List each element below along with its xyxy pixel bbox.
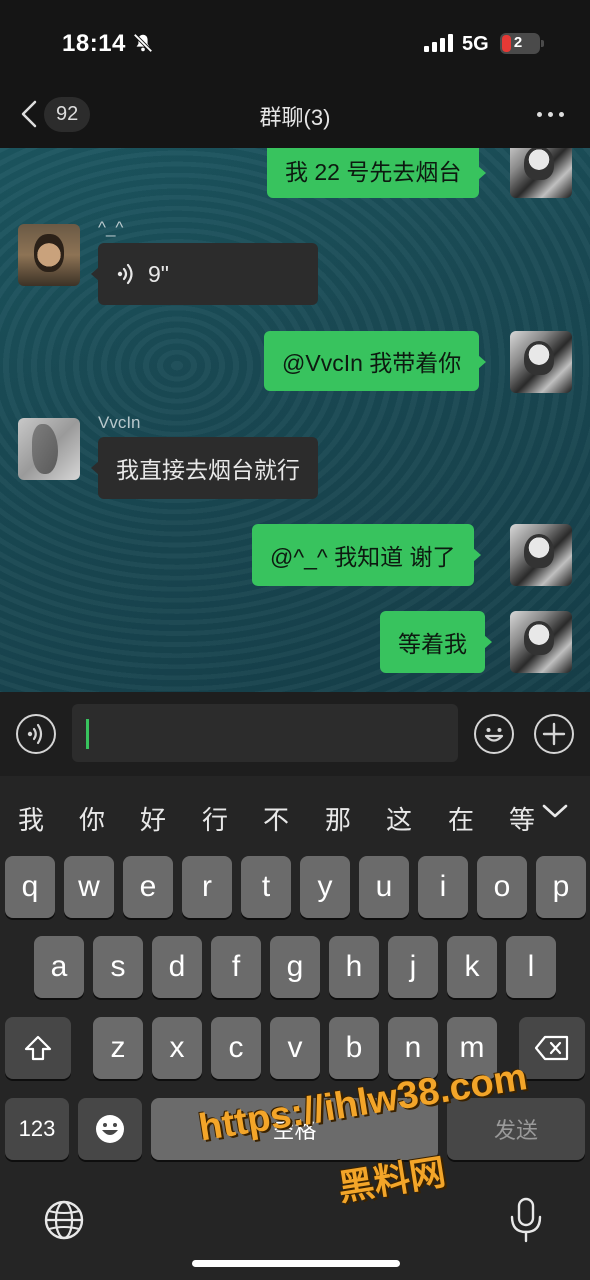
candidate-word[interactable]: 这 <box>386 800 412 837</box>
input-bar <box>0 692 590 776</box>
key-j[interactable]: j <box>388 936 438 998</box>
candidate-word[interactable]: 你 <box>79 800 105 837</box>
key-q[interactable]: q <box>5 856 55 918</box>
more-options-icon[interactable] <box>537 112 564 117</box>
numbers-key[interactable]: 123 <box>5 1098 69 1160</box>
my-avatar[interactable] <box>510 524 572 586</box>
backspace-icon <box>534 1035 569 1061</box>
emoji-face-icon <box>96 1115 124 1143</box>
more-functions-button[interactable] <box>534 714 574 754</box>
shift-key[interactable] <box>5 1017 71 1079</box>
text-caret <box>86 719 89 749</box>
key-v[interactable]: v <box>270 1017 320 1079</box>
silent-bell-icon <box>133 33 153 53</box>
sender-name: ^_^ <box>98 218 124 237</box>
battery-icon: 2 <box>500 33 544 54</box>
message-bubble-sent[interactable]: 我 22 号先去烟台 <box>267 148 487 198</box>
key-h[interactable]: h <box>329 936 379 998</box>
key-e[interactable]: e <box>123 856 173 918</box>
key-o[interactable]: o <box>477 856 527 918</box>
voice-message-bubble[interactable]: 9" <box>91 243 318 305</box>
candidate-word[interactable]: 不 <box>263 800 289 837</box>
signal-icon <box>424 34 453 52</box>
microphone-icon[interactable] <box>506 1196 546 1244</box>
voice-wave-icon <box>117 263 133 285</box>
key-n[interactable]: n <box>388 1017 438 1079</box>
key-b[interactable]: b <box>329 1017 379 1079</box>
emoji-key[interactable] <box>78 1098 142 1160</box>
status-time: 18:14 <box>62 30 126 57</box>
home-indicator[interactable] <box>192 1260 400 1267</box>
candidate-word[interactable]: 行 <box>202 800 228 837</box>
sender-avatar[interactable] <box>18 224 80 286</box>
nav-bar: 92 群聊(3) <box>0 88 590 148</box>
status-bar: 18:14 5G 2 <box>0 0 590 88</box>
message-input[interactable] <box>72 704 458 762</box>
key-r[interactable]: r <box>182 856 232 918</box>
key-u[interactable]: u <box>359 856 409 918</box>
keyboard: 我 你 好 行 不 那 这 在 等 q w e r t y u i o p a … <box>0 776 590 1280</box>
candidate-word[interactable]: 那 <box>325 800 351 837</box>
candidate-word[interactable]: 等 <box>509 800 535 837</box>
candidate-word[interactable]: 好 <box>140 800 166 837</box>
my-avatar[interactable] <box>510 148 572 198</box>
key-c[interactable]: c <box>211 1017 261 1079</box>
candidate-word[interactable]: 我 <box>18 800 44 837</box>
key-f[interactable]: f <box>211 936 261 998</box>
candidate-word[interactable]: 在 <box>448 800 474 837</box>
chat-title: 群聊(3) <box>259 105 331 130</box>
message-bubble-sent[interactable]: @^_^ 我知道 谢了 <box>252 524 481 586</box>
key-d[interactable]: d <box>152 936 202 998</box>
sender-name: VvcIn <box>98 413 141 432</box>
my-avatar[interactable] <box>510 331 572 393</box>
key-x[interactable]: x <box>152 1017 202 1079</box>
key-s[interactable]: s <box>93 936 143 998</box>
sender-avatar[interactable] <box>18 418 80 480</box>
network-type: 5G <box>462 33 489 55</box>
key-i[interactable]: i <box>418 856 468 918</box>
smiley-icon <box>484 728 504 742</box>
key-w[interactable]: w <box>64 856 114 918</box>
expand-candidates-button[interactable] <box>538 796 572 826</box>
voice-duration: 9" <box>148 260 169 287</box>
key-l[interactable]: l <box>506 936 556 998</box>
key-y[interactable]: y <box>300 856 350 918</box>
my-avatar[interactable] <box>510 611 572 673</box>
backspace-key[interactable] <box>519 1017 585 1079</box>
message-bubble-sent[interactable]: @VvcIn 我带着你 <box>264 331 487 391</box>
key-z[interactable]: z <box>93 1017 143 1079</box>
emoji-button[interactable] <box>474 714 514 754</box>
shift-arrow-icon <box>24 1035 52 1061</box>
key-g[interactable]: g <box>270 936 320 998</box>
key-p[interactable]: p <box>536 856 586 918</box>
chat-area[interactable]: 我 22 号先去烟台 ^_^ 9" @VvcIn 我带着你 VvcIn 我直接去… <box>0 148 590 692</box>
candidate-bar: 我 你 好 行 不 那 这 在 等 <box>0 776 590 852</box>
key-k[interactable]: k <box>447 936 497 998</box>
globe-icon[interactable] <box>42 1198 86 1242</box>
chevron-down-icon <box>542 804 568 818</box>
voice-icon <box>27 723 43 745</box>
key-t[interactable]: t <box>241 856 291 918</box>
message-bubble-received[interactable]: 我直接去烟台就行 <box>91 437 318 499</box>
key-a[interactable]: a <box>34 936 84 998</box>
message-bubble-sent[interactable]: 等着我 <box>380 611 492 673</box>
voice-input-button[interactable] <box>16 714 56 754</box>
battery-level: 2 <box>513 34 523 51</box>
plus-icon <box>542 722 566 746</box>
